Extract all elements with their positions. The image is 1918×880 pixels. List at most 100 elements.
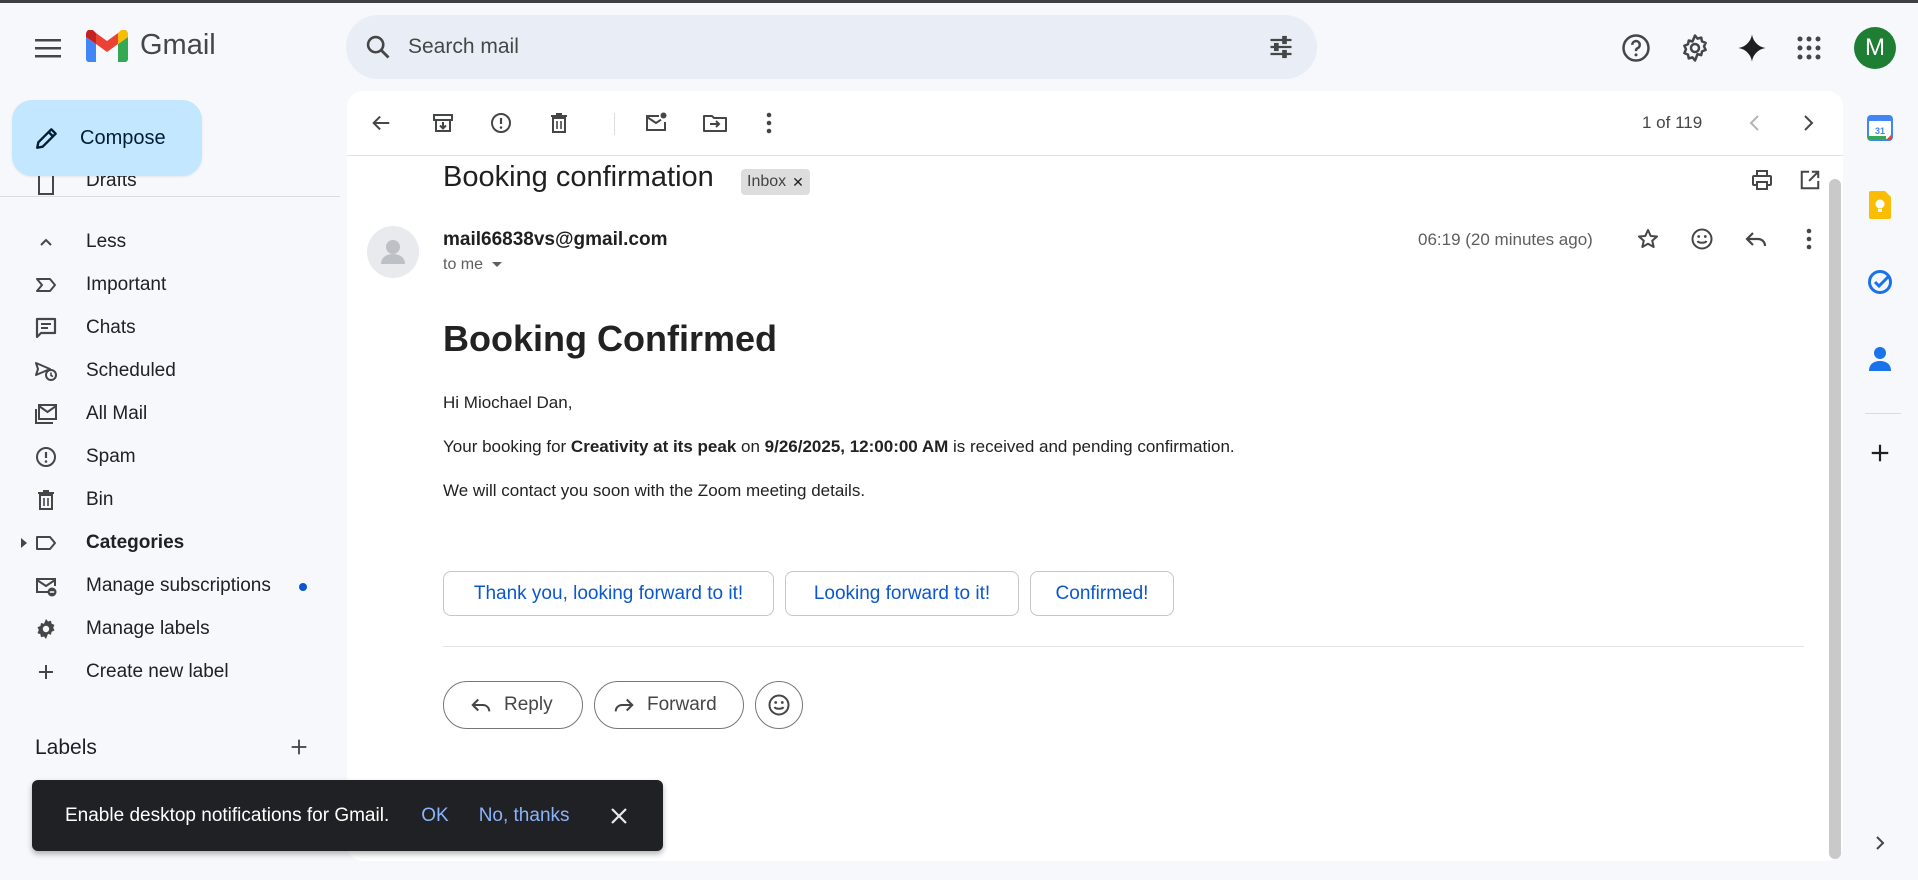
recipient-details[interactable]: to me [443, 256, 503, 274]
sidebar-item-categories[interactable]: Categories [0, 523, 330, 563]
delete-button[interactable] [539, 103, 579, 143]
search-icon [366, 35, 390, 59]
move-to-button[interactable] [695, 103, 735, 143]
label-icon [36, 536, 56, 550]
google-apps-button[interactable] [1789, 28, 1829, 68]
notification-snackbar: Enable desktop notifications for Gmail. … [32, 780, 663, 851]
email-subject: Booking confirmation [443, 161, 714, 193]
more-options-button[interactable] [749, 103, 789, 143]
body-line-1: Your booking for Creativity at its peak … [443, 437, 1235, 457]
search-options-icon[interactable] [1267, 33, 1295, 61]
side-panel-divider [1865, 413, 1901, 414]
archive-button[interactable] [423, 103, 463, 143]
body-greeting: Hi Miochael Dan, [443, 393, 573, 412]
message-more-button[interactable] [1789, 219, 1829, 259]
sidebar-item-spam[interactable]: Spam [0, 437, 330, 477]
sidebar-item-scheduled[interactable]: Scheduled [0, 351, 330, 391]
reply-icon-button[interactable] [1736, 219, 1776, 259]
body-line-2: We will contact you soon with the Zoom m… [443, 481, 866, 500]
calendar-button[interactable]: 31 [1860, 108, 1900, 148]
tasks-button[interactable] [1860, 262, 1900, 302]
plus-icon [1871, 444, 1889, 462]
reply-icon [1745, 232, 1767, 247]
older-button[interactable] [1788, 103, 1828, 143]
contacts-button[interactable] [1860, 339, 1900, 379]
gemini-button[interactable] [1732, 28, 1772, 68]
sidebar-item-chats[interactable]: Chats [0, 308, 330, 348]
sidebar-item-less[interactable]: Less [0, 222, 330, 262]
contacts-icon [1869, 347, 1891, 371]
sidebar-item-create-label[interactable]: Create new label [0, 652, 330, 692]
back-button[interactable] [361, 103, 401, 143]
inbox-label-chip: Inbox ✕ [741, 169, 810, 195]
avatar[interactable]: M [1854, 27, 1896, 69]
close-icon[interactable] [610, 807, 628, 825]
print-button[interactable] [1742, 160, 1782, 200]
keep-button[interactable] [1860, 185, 1900, 225]
open-in-new-icon [1800, 170, 1820, 190]
get-addons-button[interactable] [1860, 433, 1900, 473]
gear-icon [37, 619, 55, 639]
sidebar-item-label: All Mail [86, 403, 148, 424]
remove-label-icon[interactable]: ✕ [792, 174, 804, 191]
smart-reply-button[interactable]: Looking forward to it! [785, 571, 1019, 616]
scrollbar[interactable] [1829, 179, 1841, 859]
print-icon [1752, 170, 1772, 190]
support-button[interactable] [1616, 28, 1656, 68]
arrow-back-icon [372, 115, 390, 131]
open-new-window-button[interactable] [1790, 160, 1830, 200]
person-icon [381, 240, 405, 264]
sidebar-item-all-mail[interactable]: All Mail [0, 394, 330, 434]
search-bar[interactable] [346, 15, 1317, 79]
sidebar-item-label: Manage labels [86, 618, 210, 639]
sidebar-item-label: Manage subscriptions [86, 575, 271, 596]
report-spam-button[interactable] [481, 103, 521, 143]
sender-avatar[interactable] [367, 226, 419, 278]
gmail-logo[interactable]: Gmail [86, 29, 216, 62]
emoji-reaction-button[interactable] [755, 681, 803, 729]
sidebar-item-drafts[interactable]: Drafts [0, 176, 330, 206]
chevron-up-icon [40, 238, 52, 246]
forward-button[interactable]: Forward [594, 681, 744, 729]
add-label-button[interactable] [279, 727, 319, 767]
sidebar-item-manage-subscriptions[interactable]: Manage subscriptions [0, 566, 330, 606]
sidebar-item-manage-labels[interactable]: Manage labels [0, 609, 330, 649]
sidebar-item-label: Create new label [86, 661, 229, 682]
newer-button[interactable] [1735, 103, 1775, 143]
settings-button[interactable] [1675, 28, 1715, 68]
hide-side-panel-button[interactable] [1860, 823, 1900, 863]
chat-icon [35, 317, 57, 339]
main-menu-button[interactable] [28, 28, 68, 68]
spam-icon [491, 113, 511, 133]
star-button[interactable] [1628, 219, 1668, 259]
sender-email[interactable]: mail66838vs@gmail.com [443, 229, 667, 251]
reply-button[interactable]: Reply [443, 681, 583, 729]
label-chip-text: Inbox [747, 173, 787, 190]
snackbar-no-thanks-button[interactable]: No, thanks [479, 805, 570, 827]
message-panel: 1 of 119 Booking confirmation Inbox ✕ ma… [347, 91, 1843, 861]
search-input[interactable] [408, 35, 1228, 59]
hamburger-menu-icon [35, 39, 61, 58]
toolbar-separator [614, 113, 615, 135]
compose-label: Compose [80, 126, 166, 149]
snackbar-ok-button[interactable]: OK [421, 805, 448, 827]
gear-icon [1683, 34, 1707, 62]
smart-reply-button[interactable]: Thank you, looking forward to it! [443, 571, 774, 616]
pagination-text: 1 of 119 [1642, 113, 1703, 132]
add-reaction-button[interactable] [1682, 219, 1722, 259]
labels-heading: Labels [35, 736, 97, 759]
avatar-letter: M [1865, 34, 1885, 61]
sidebar-item-bin[interactable]: Bin [0, 480, 330, 520]
svg-text:31: 31 [1875, 126, 1885, 136]
sidebar-item-label: Chats [86, 317, 136, 338]
more-vertical-icon [1806, 228, 1812, 250]
smart-reply-button[interactable]: Confirmed! [1030, 571, 1174, 616]
mark-unread-icon [646, 112, 667, 131]
mark-unread-button[interactable] [636, 103, 676, 143]
archive-icon [433, 114, 453, 132]
compose-button[interactable]: Compose [12, 100, 202, 176]
sidebar-item-label: Less [86, 231, 127, 252]
sidebar-item-label: Categories [86, 532, 185, 553]
sidebar-item-important[interactable]: Important [0, 265, 330, 305]
star-icon [1638, 229, 1658, 248]
